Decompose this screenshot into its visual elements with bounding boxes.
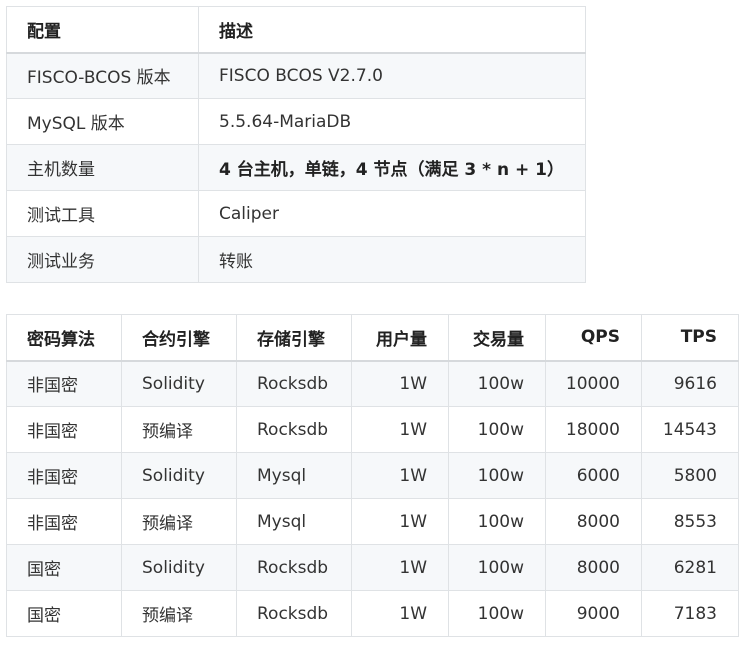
cell-qps: 18000 — [545, 406, 642, 453]
cell-users: 1W — [351, 406, 449, 453]
cell-contract-engine: 预编译 — [121, 498, 237, 545]
table-row: 非国密 Solidity Mysql 1W 100w 6000 5800 — [6, 452, 739, 499]
cell-qps: 6000 — [545, 452, 642, 499]
cell-storage-engine: Mysql — [236, 498, 352, 545]
config-key: 测试业务 — [6, 236, 199, 283]
config-value: FISCO BCOS V2.7.0 — [198, 52, 586, 99]
cell-users: 1W — [351, 452, 449, 499]
config-key: FISCO-BCOS 版本 — [6, 52, 199, 99]
cell-tps: 5800 — [641, 452, 739, 499]
cell-transactions: 100w — [448, 452, 546, 499]
cell-contract-engine: Solidity — [121, 544, 237, 591]
header-config: 配置 — [6, 6, 199, 54]
table-header-row: 配置 描述 — [6, 6, 586, 54]
cell-tps: 8553 — [641, 498, 739, 545]
cell-storage-engine: Mysql — [236, 452, 352, 499]
cell-transactions: 100w — [448, 498, 546, 545]
cell-users: 1W — [351, 590, 449, 637]
cell-storage-engine: Rocksdb — [236, 360, 352, 407]
header-qps: QPS — [545, 314, 642, 362]
config-key: 主机数量 — [6, 144, 199, 191]
header-crypto: 密码算法 — [6, 314, 122, 362]
table-header-row: 密码算法 合约引擎 存储引擎 用户量 交易量 QPS TPS — [6, 314, 739, 362]
cell-transactions: 100w — [448, 360, 546, 407]
cell-tps: 7183 — [641, 590, 739, 637]
config-key: MySQL 版本 — [6, 98, 199, 145]
cell-tps: 9616 — [641, 360, 739, 407]
table-row: 国密 预编译 Rocksdb 1W 100w 9000 7183 — [6, 590, 739, 637]
cell-crypto: 非国密 — [6, 498, 122, 545]
table-row: 主机数量 4 台主机，单链，4 节点（满足 3 * n + 1） — [6, 144, 586, 191]
config-key: 测试工具 — [6, 190, 199, 237]
cell-qps: 10000 — [545, 360, 642, 407]
config-value: 4 台主机，单链，4 节点（满足 3 * n + 1） — [198, 144, 586, 191]
cell-contract-engine: Solidity — [121, 360, 237, 407]
config-value: 5.5.64-MariaDB — [198, 98, 586, 145]
cell-contract-engine: 预编译 — [121, 590, 237, 637]
cell-users: 1W — [351, 498, 449, 545]
table-row: FISCO-BCOS 版本 FISCO BCOS V2.7.0 — [6, 52, 586, 99]
config-value: Caliper — [198, 190, 586, 237]
cell-crypto: 非国密 — [6, 452, 122, 499]
cell-qps: 8000 — [545, 498, 642, 545]
header-users: 用户量 — [351, 314, 449, 362]
table-row: 国密 Solidity Rocksdb 1W 100w 8000 6281 — [6, 544, 739, 591]
cell-storage-engine: Rocksdb — [236, 544, 352, 591]
header-description: 描述 — [198, 6, 586, 54]
table-row: 测试工具 Caliper — [6, 190, 586, 237]
cell-transactions: 100w — [448, 544, 546, 591]
cell-users: 1W — [351, 360, 449, 407]
header-contract-engine: 合约引擎 — [121, 314, 237, 362]
performance-table: 密码算法 合约引擎 存储引擎 用户量 交易量 QPS TPS 非国密 Solidi… — [6, 314, 739, 637]
cell-storage-engine: Rocksdb — [236, 406, 352, 453]
cell-crypto: 国密 — [6, 590, 122, 637]
cell-crypto: 非国密 — [6, 360, 122, 407]
cell-crypto: 非国密 — [6, 406, 122, 453]
header-tps: TPS — [641, 314, 739, 362]
header-transactions: 交易量 — [448, 314, 546, 362]
cell-users: 1W — [351, 544, 449, 591]
cell-crypto: 国密 — [6, 544, 122, 591]
table-row: 非国密 预编译 Rocksdb 1W 100w 18000 14543 — [6, 406, 739, 453]
cell-tps: 14543 — [641, 406, 739, 453]
cell-contract-engine: 预编译 — [121, 406, 237, 453]
cell-tps: 6281 — [641, 544, 739, 591]
table-row: MySQL 版本 5.5.64-MariaDB — [6, 98, 586, 145]
cell-storage-engine: Rocksdb — [236, 590, 352, 637]
cell-qps: 8000 — [545, 544, 642, 591]
config-table: 配置 描述 FISCO-BCOS 版本 FISCO BCOS V2.7.0 My… — [6, 6, 586, 283]
cell-transactions: 100w — [448, 406, 546, 453]
config-value: 转账 — [198, 236, 586, 283]
cell-contract-engine: Solidity — [121, 452, 237, 499]
header-storage-engine: 存储引擎 — [236, 314, 352, 362]
table-row: 测试业务 转账 — [6, 236, 586, 283]
table-row: 非国密 预编译 Mysql 1W 100w 8000 8553 — [6, 498, 739, 545]
cell-transactions: 100w — [448, 590, 546, 637]
cell-qps: 9000 — [545, 590, 642, 637]
table-row: 非国密 Solidity Rocksdb 1W 100w 10000 9616 — [6, 360, 739, 407]
